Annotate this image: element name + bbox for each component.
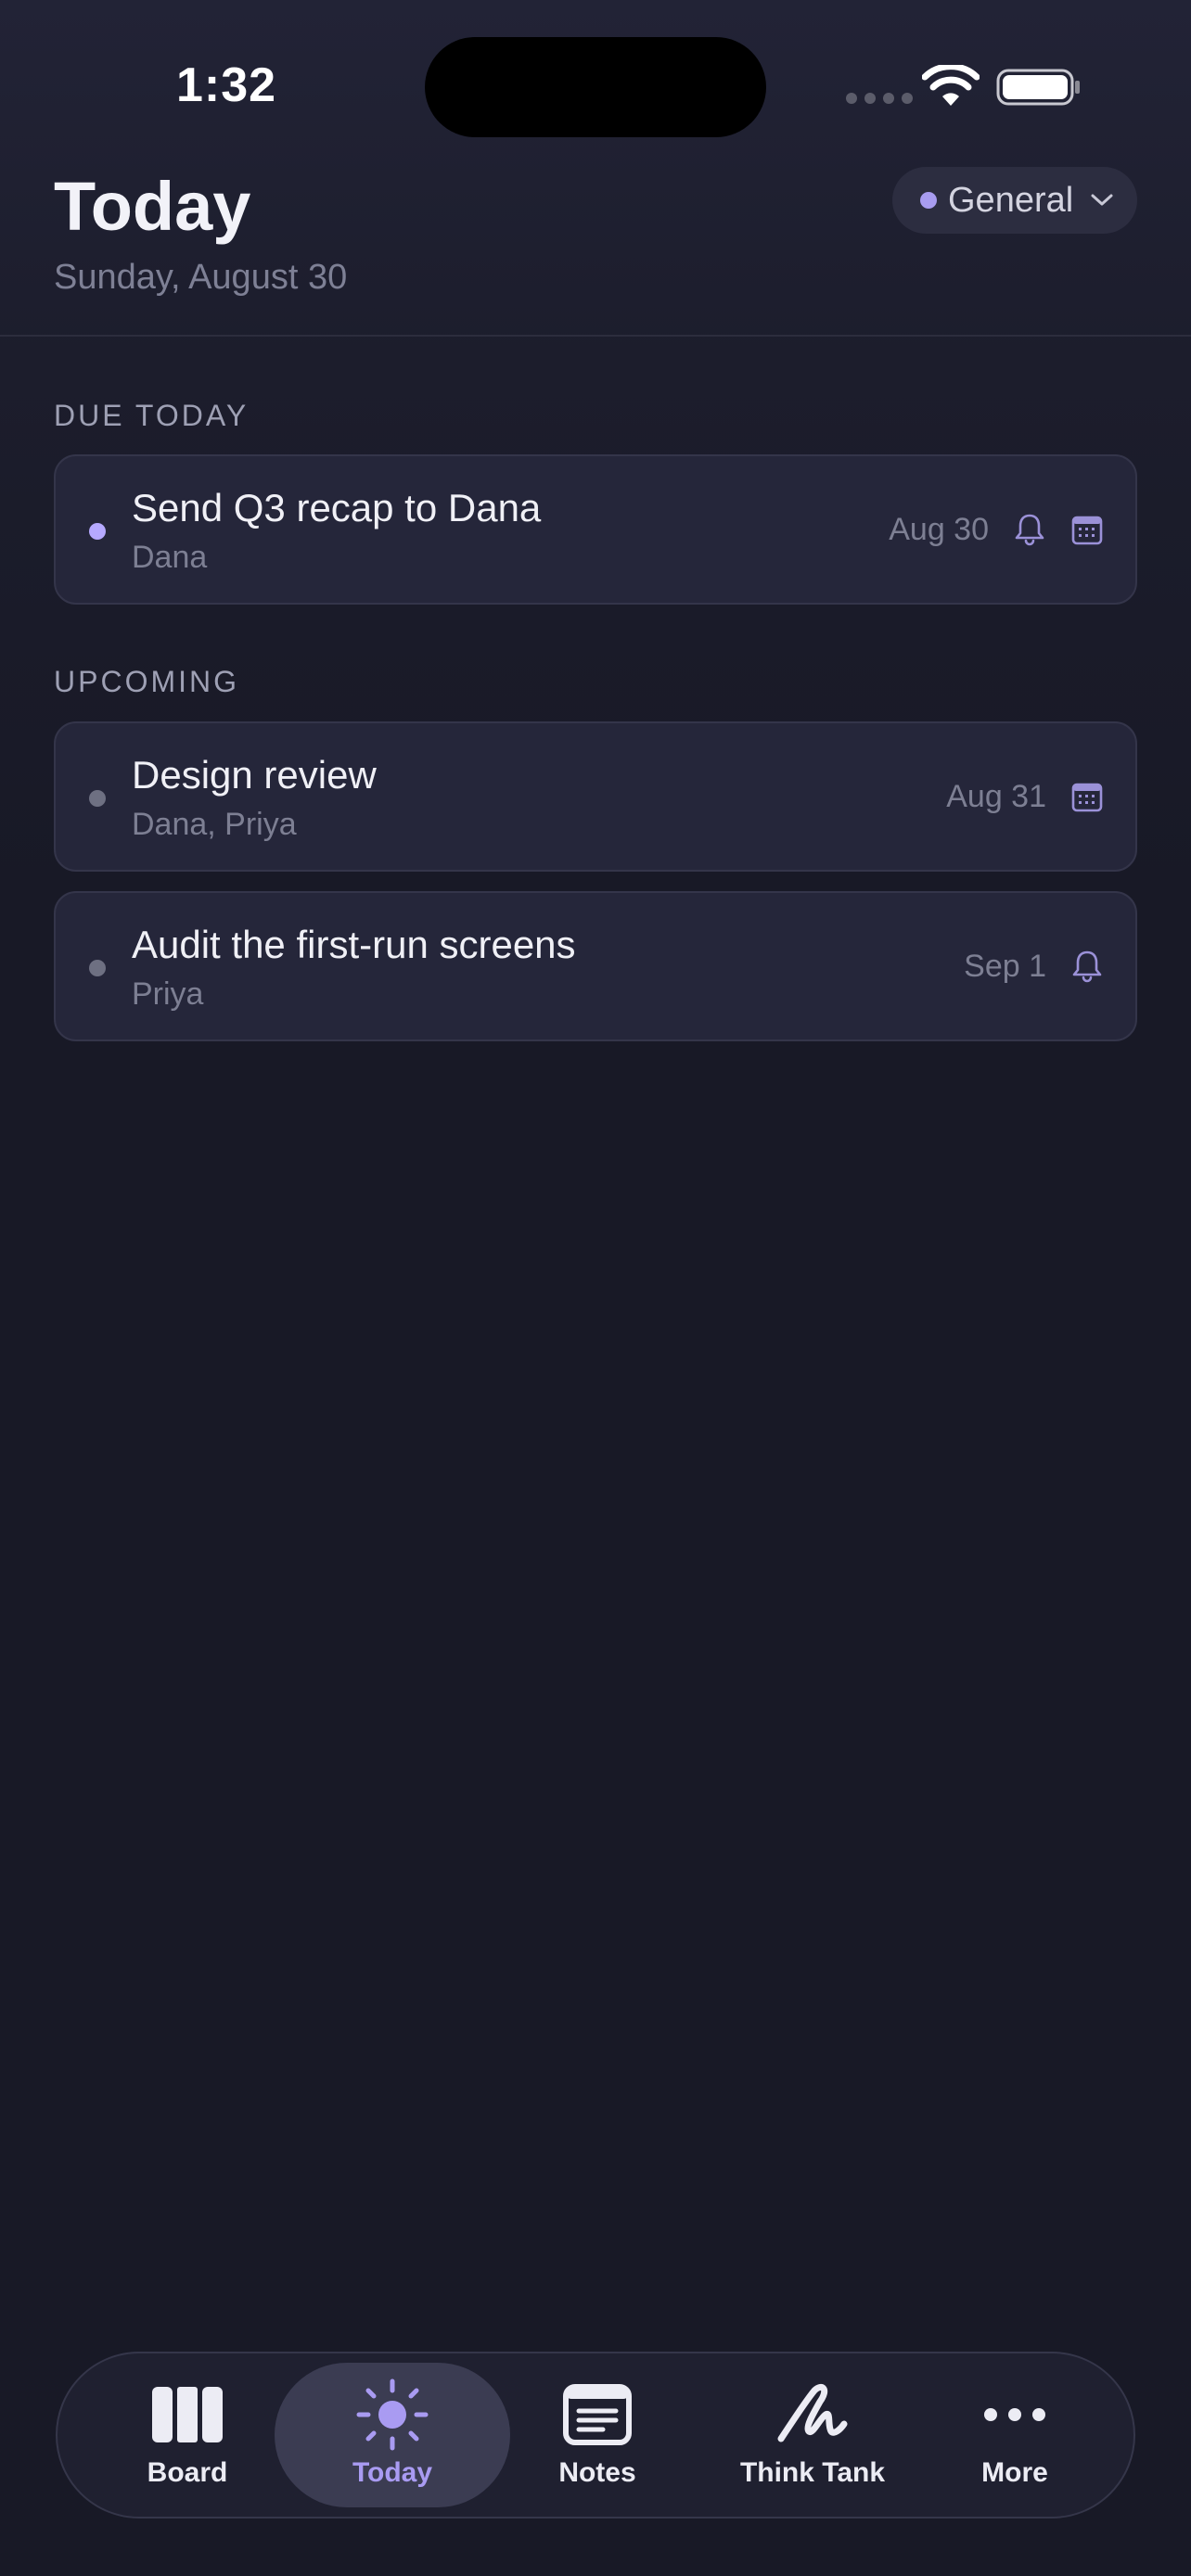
tab-notes[interactable]: Notes [523,2363,672,2507]
task-status-dot [89,960,106,976]
tab-board-label: Board [147,2457,228,2488]
battery-icon [996,69,1080,106]
task-people: Dana, Priya [132,807,297,842]
calendar-icon [1071,516,1103,545]
cellular-signal-icon [846,93,913,104]
sun-icon [356,2378,429,2451]
tab-today[interactable]: Today [275,2363,510,2507]
tab-bar: Board Today Notes Think Tank More [56,2352,1135,2519]
notes-icon [563,2384,632,2445]
tab-think-tank[interactable]: Think Tank [701,2363,924,2507]
tab-more-label: More [981,2457,1048,2488]
wifi-icon [922,65,980,106]
task-due-date: Aug 31 [946,778,1046,814]
board-icon [152,2387,223,2442]
tab-today-label: Today [352,2457,433,2488]
dynamic-island [425,37,766,137]
task-card[interactable]: Send Q3 recap to Dana Dana Aug 30 [54,454,1137,605]
tab-think-tank-label: Think Tank [739,2457,886,2488]
bell-icon [1015,514,1044,546]
task-card[interactable]: Design review Dana, Priya Aug 31 [54,721,1137,872]
status-time: 1:32 [176,58,277,112]
task-title: Send Q3 recap to Dana [132,486,542,529]
today-screen: 1:32 Today Sunday, August 30 General DUE… [0,0,1191,2576]
calendar-icon [1071,783,1103,812]
task-people: Priya [132,976,204,1012]
task-due-date: Aug 30 [889,511,989,547]
task-status-dot [89,523,106,540]
scribble-icon [777,2384,848,2442]
header-divider [0,335,1191,337]
tab-board[interactable]: Board [113,2363,262,2507]
task-title: Design review [132,753,377,797]
project-selector-label: General [948,180,1074,220]
tab-more[interactable]: More [941,2363,1089,2507]
project-selector[interactable]: General [892,167,1137,234]
section-label-due-today: DUE TODAY [54,399,250,432]
bell-icon [1072,950,1102,983]
section-label-upcoming: UPCOMING [54,665,239,698]
task-people: Dana [132,540,208,575]
more-icon [984,2408,1045,2421]
task-due-date: Sep 1 [964,948,1046,984]
task-card[interactable]: Audit the first-run screens Priya Sep 1 [54,891,1137,1041]
chevron-down-icon [1091,194,1113,206]
page-title: Today [54,168,251,245]
page-date: Sunday, August 30 [54,258,348,297]
tab-notes-label: Notes [558,2457,636,2488]
task-status-dot [89,790,106,807]
task-title: Audit the first-run screens [132,923,576,966]
project-color-dot [920,192,937,209]
